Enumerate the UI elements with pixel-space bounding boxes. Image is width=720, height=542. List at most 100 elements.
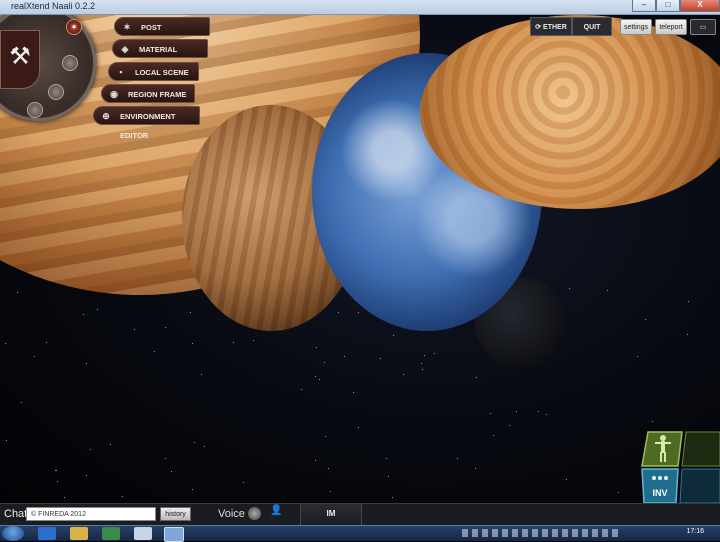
media-icon[interactable]	[102, 527, 120, 540]
star	[56, 470, 57, 471]
star	[201, 374, 202, 375]
star	[434, 353, 435, 354]
star	[165, 458, 166, 459]
star	[243, 482, 244, 483]
star	[358, 312, 359, 313]
star	[386, 458, 387, 459]
star	[17, 292, 18, 293]
star	[97, 309, 98, 310]
menu-environment-editor[interactable]: ⊕ ENVIRONMENT EDITOR	[93, 106, 200, 140]
start-button[interactable]	[2, 526, 24, 541]
star	[315, 460, 316, 461]
star	[171, 471, 172, 472]
quit-button[interactable]: QUIT	[572, 17, 612, 36]
star	[46, 342, 47, 343]
star	[21, 402, 22, 403]
star	[253, 340, 254, 341]
star	[110, 444, 111, 445]
star	[353, 392, 354, 393]
star	[422, 369, 423, 370]
star	[569, 288, 570, 289]
star	[688, 301, 689, 302]
close-button[interactable]: X	[680, 0, 720, 12]
star	[204, 446, 205, 447]
star-icon: ✶	[123, 22, 131, 32]
menu-region-frame[interactable]: ◉ REGION FRAME	[101, 84, 195, 103]
star	[618, 492, 619, 493]
clock: 17:16	[686, 528, 704, 535]
window-controls: – □ X	[632, 0, 720, 12]
star	[190, 312, 191, 313]
star	[546, 414, 547, 415]
star	[687, 334, 688, 335]
star	[194, 442, 195, 443]
console-icon[interactable]: ▭	[690, 19, 716, 35]
ie-icon[interactable]	[38, 527, 56, 540]
planet-venus	[420, 15, 720, 209]
star	[393, 335, 394, 336]
star	[566, 479, 567, 480]
maximize-button[interactable]: □	[656, 0, 680, 12]
wheel-dot-button[interactable]	[27, 102, 43, 118]
wheel-dot-button[interactable]	[48, 84, 64, 100]
star	[476, 377, 477, 378]
star	[516, 411, 517, 412]
star	[5, 343, 6, 344]
diamond-icon: ◈	[121, 44, 129, 54]
star	[344, 356, 345, 357]
menu-local-scene[interactable]: ▪ LOCAL SCENE	[108, 62, 199, 81]
wheel-dot-button[interactable]	[62, 55, 78, 71]
folder-icon[interactable]	[70, 527, 88, 540]
menu-material-wizard[interactable]: ◈ MATERIAL WIZARD	[112, 39, 208, 73]
teleport-button[interactable]: teleport	[655, 19, 687, 35]
window-title: realXtend Naali 0.2.2	[11, 1, 96, 11]
avatar-inventory-widget: INV	[641, 431, 720, 503]
star	[192, 489, 193, 490]
star	[338, 312, 339, 313]
avatar-panel-extra	[681, 431, 720, 467]
star	[538, 411, 539, 412]
ether-label: ETHER	[543, 24, 567, 31]
star	[154, 351, 155, 352]
star	[325, 436, 326, 437]
star	[86, 475, 87, 476]
settings-button[interactable]: settings	[620, 19, 652, 35]
menu-label: REGION FRAME	[128, 90, 187, 99]
star	[509, 425, 510, 426]
scene-viewport[interactable]: ⚒ ✶ ✶ POST PROCESSING ◈ MATERIAL WIZARD …	[0, 15, 720, 503]
star	[315, 376, 316, 377]
star	[6, 440, 7, 441]
browser-icon[interactable]	[134, 527, 152, 540]
star	[122, 496, 123, 497]
star	[424, 355, 425, 356]
star	[475, 468, 476, 469]
star	[192, 343, 193, 344]
star	[328, 468, 329, 469]
star	[388, 476, 389, 477]
voice-people-icon[interactable]: 👤	[270, 505, 282, 516]
voice-toggle-icon[interactable]	[248, 507, 261, 520]
menu-post-processing[interactable]: ✶ POST PROCESSING	[114, 17, 210, 51]
star	[86, 363, 87, 364]
chat-input[interactable]: © FINREDA 2012	[26, 507, 156, 521]
star	[421, 363, 422, 364]
windows-taskbar: 17:16	[0, 525, 720, 542]
star	[134, 329, 135, 330]
star	[637, 356, 638, 357]
star	[233, 342, 234, 343]
inventory-panel-extra	[679, 468, 720, 503]
im-tab[interactable]: IM	[300, 504, 362, 526]
wheel-star-button[interactable]: ✶	[66, 19, 82, 35]
realxtend-logo-icon[interactable]: ⚒	[0, 30, 40, 89]
star	[607, 290, 608, 291]
square-icon: ▪	[119, 67, 123, 77]
refresh-icon: ⟳	[535, 24, 542, 31]
ether-button[interactable]: ⟳ ETHER	[530, 17, 572, 36]
quit-label: QUIT	[583, 24, 601, 31]
minimize-button[interactable]: –	[632, 0, 656, 12]
menu-label: LOCAL SCENE	[135, 68, 189, 77]
window-titlebar: realXtend Naali 0.2.2 – □ X	[0, 0, 720, 15]
star	[165, 327, 166, 328]
history-button[interactable]: history	[160, 507, 191, 521]
star	[645, 319, 646, 320]
